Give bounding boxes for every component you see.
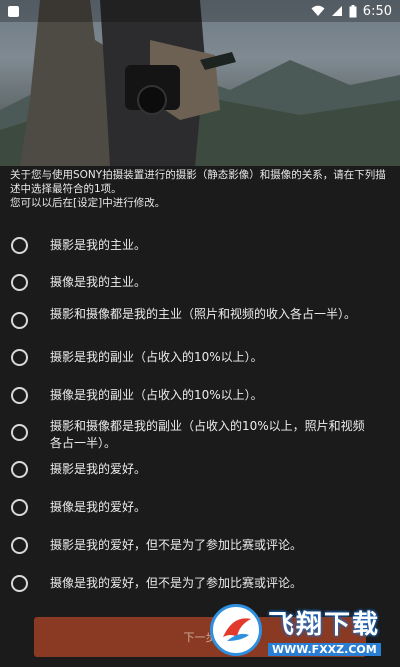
signal-icon <box>331 6 342 16</box>
status-bar: 6:50 <box>0 0 400 22</box>
radio-button[interactable] <box>11 575 28 592</box>
radio-button[interactable] <box>11 461 28 478</box>
option-label: 摄影和摄像都是我的副业（占收入的10%以上，照片和视频各占一半）。 <box>50 419 365 450</box>
intro-question: 关于您与使用SONY拍摄装置进行的摄影（静态影像）和摄像的关系，请在下列描述中选… <box>10 169 386 195</box>
option-label: 摄影是我的副业（占收入的10%以上）。 <box>50 350 263 364</box>
option-label: 摄像是我的主业。 <box>50 275 147 289</box>
option-3[interactable]: 摄影是我的副业（占收入的10%以上）。 <box>0 349 400 366</box>
radio-button[interactable] <box>11 349 28 366</box>
option-label: 摄影和摄像都是我的主业（照片和视频的收入各占一半）。 <box>50 307 357 321</box>
watermark-url: WWW.FXXZ.COM <box>268 643 381 656</box>
intro-note: 您可以以后在[设定]中进行修改。 <box>10 197 166 209</box>
radio-button[interactable] <box>11 274 28 291</box>
radio-button[interactable] <box>11 499 28 516</box>
radio-button[interactable] <box>11 387 28 404</box>
option-label: 摄影是我的爱好。 <box>50 462 147 476</box>
intro-text: 关于您与使用SONY拍摄装置进行的摄影（静态影像）和摄像的关系，请在下列描述中选… <box>10 168 394 210</box>
option-4[interactable]: 摄像是我的副业（占收入的10%以上）。 <box>0 387 400 404</box>
option-2[interactable]: 摄影和摄像都是我的主业（照片和视频的收入各占一半）。 <box>0 306 400 329</box>
option-label: 摄影是我的主业。 <box>50 238 147 252</box>
option-1[interactable]: 摄像是我的主业。 <box>0 274 400 291</box>
option-7[interactable]: 摄像是我的爱好。 <box>0 499 400 516</box>
battery-icon <box>349 4 357 17</box>
option-label: 摄像是我的爱好，但不是为了参加比赛或评论。 <box>50 576 303 590</box>
hero-image <box>0 0 400 166</box>
radio-button[interactable] <box>11 237 28 254</box>
app-icon <box>8 5 19 17</box>
option-label: 摄像是我的爱好。 <box>50 500 147 514</box>
watermark-logo-icon <box>210 604 262 656</box>
watermark-brand: 飞翔下载 <box>268 610 381 640</box>
option-label: 摄像是我的副业（占收入的10%以上）。 <box>50 388 263 402</box>
option-8[interactable]: 摄影是我的爱好，但不是为了参加比赛或评论。 <box>0 537 400 554</box>
watermark: 飞翔下载 WWW.FXXZ.COM <box>210 600 390 660</box>
radio-button[interactable] <box>11 424 28 441</box>
radio-button[interactable] <box>11 312 28 329</box>
wifi-icon <box>311 5 325 16</box>
option-5[interactable]: 摄影和摄像都是我的副业（占收入的10%以上，照片和视频各占一半）。 <box>0 418 400 452</box>
status-time: 6:50 <box>362 3 392 19</box>
option-6[interactable]: 摄影是我的爱好。 <box>0 461 400 478</box>
option-label: 摄影是我的爱好，但不是为了参加比赛或评论。 <box>50 538 303 552</box>
option-9[interactable]: 摄像是我的爱好，但不是为了参加比赛或评论。 <box>0 575 400 592</box>
option-0[interactable]: 摄影是我的主业。 <box>0 237 400 254</box>
radio-button[interactable] <box>11 537 28 554</box>
